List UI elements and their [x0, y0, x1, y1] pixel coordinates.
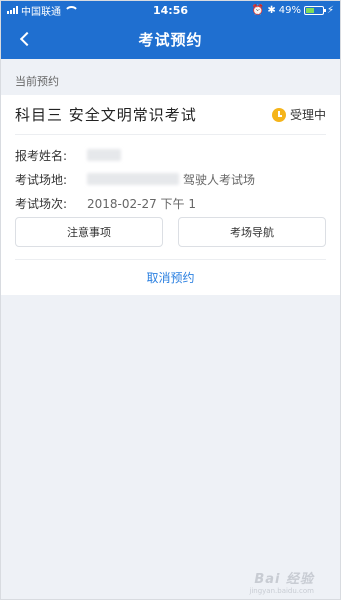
field-value-name: [87, 149, 121, 161]
status-left: 中国联通: [7, 3, 127, 18]
redacted-block: [87, 173, 179, 185]
wifi-icon: [64, 6, 79, 14]
status-text: 受理中: [289, 108, 326, 122]
card-footer: 取消预约: [15, 259, 326, 295]
carrier-label: 中国联通: [21, 6, 61, 18]
field-label-session: 考试场次:: [15, 196, 68, 211]
field-value-venue: 驾驶人考试场: [87, 171, 255, 188]
info-row-name: 报考姓名:: [15, 143, 326, 167]
status-time: 14:56: [152, 3, 188, 17]
signal-icon: [7, 6, 18, 14]
back-button[interactable]: [15, 29, 35, 49]
charging-icon: ⚡: [326, 4, 334, 16]
nav-bar: 考试预约: [1, 19, 340, 59]
field-label-name: 报考姓名:: [15, 148, 68, 163]
battery-icon: [303, 5, 326, 15]
page-title: 考试预约: [138, 30, 203, 49]
navigation-button[interactable]: 考场导航: [178, 217, 326, 247]
battery-fill: [305, 7, 314, 13]
venue-text: 驾驶人考试场: [183, 172, 256, 187]
status-bar: 中国联通 14:56 ⏰ ✱ 49% ⚡: [1, 1, 340, 19]
action-buttons: 注意事项 考场导航: [15, 217, 326, 247]
info-rows: 报考姓名: 考试场地: 驾驶人考试场 考试场次: 2018-02-27 下午 1: [15, 143, 326, 215]
watermark-sub: jingyan.baidu.com: [249, 587, 314, 595]
cancel-appointment-link[interactable]: 取消预约: [146, 269, 194, 286]
notes-button[interactable]: 注意事项: [15, 217, 163, 247]
alarm-icon: ⏰: [251, 4, 265, 16]
card-header: 科目三 安全文明常识考试 受理中: [15, 95, 326, 135]
battery-percent: 49%: [278, 4, 301, 16]
field-label-venue: 考试场地:: [15, 172, 68, 187]
appointment-card: 科目三 安全文明常识考试 受理中 报考姓名: 考试场地: 驾驶人考试场 考试场次…: [1, 95, 340, 295]
bluetooth-icon: ✱: [267, 4, 276, 16]
field-value-session: 2018-02-27 下午 1: [87, 196, 197, 211]
redacted-block: [87, 149, 121, 161]
watermark-logo: Bai 经验: [254, 572, 314, 587]
exam-title: 科目三 安全文明常识考试: [15, 106, 197, 124]
status-right: ⏰ ✱ 49% ⚡: [214, 5, 334, 16]
info-row-session: 考试场次: 2018-02-27 下午 1: [15, 191, 326, 215]
chevron-left-icon: [19, 31, 35, 47]
clock-icon: [271, 107, 286, 122]
info-row-venue: 考试场地: 驾驶人考试场: [15, 167, 326, 191]
section-label: 当前预约: [15, 75, 59, 88]
status-badge: 受理中: [271, 106, 326, 123]
app-screen: 中国联通 14:56 ⏰ ✱ 49% ⚡ 考试预约 当前预约 科目三 安全文明常…: [0, 0, 341, 600]
